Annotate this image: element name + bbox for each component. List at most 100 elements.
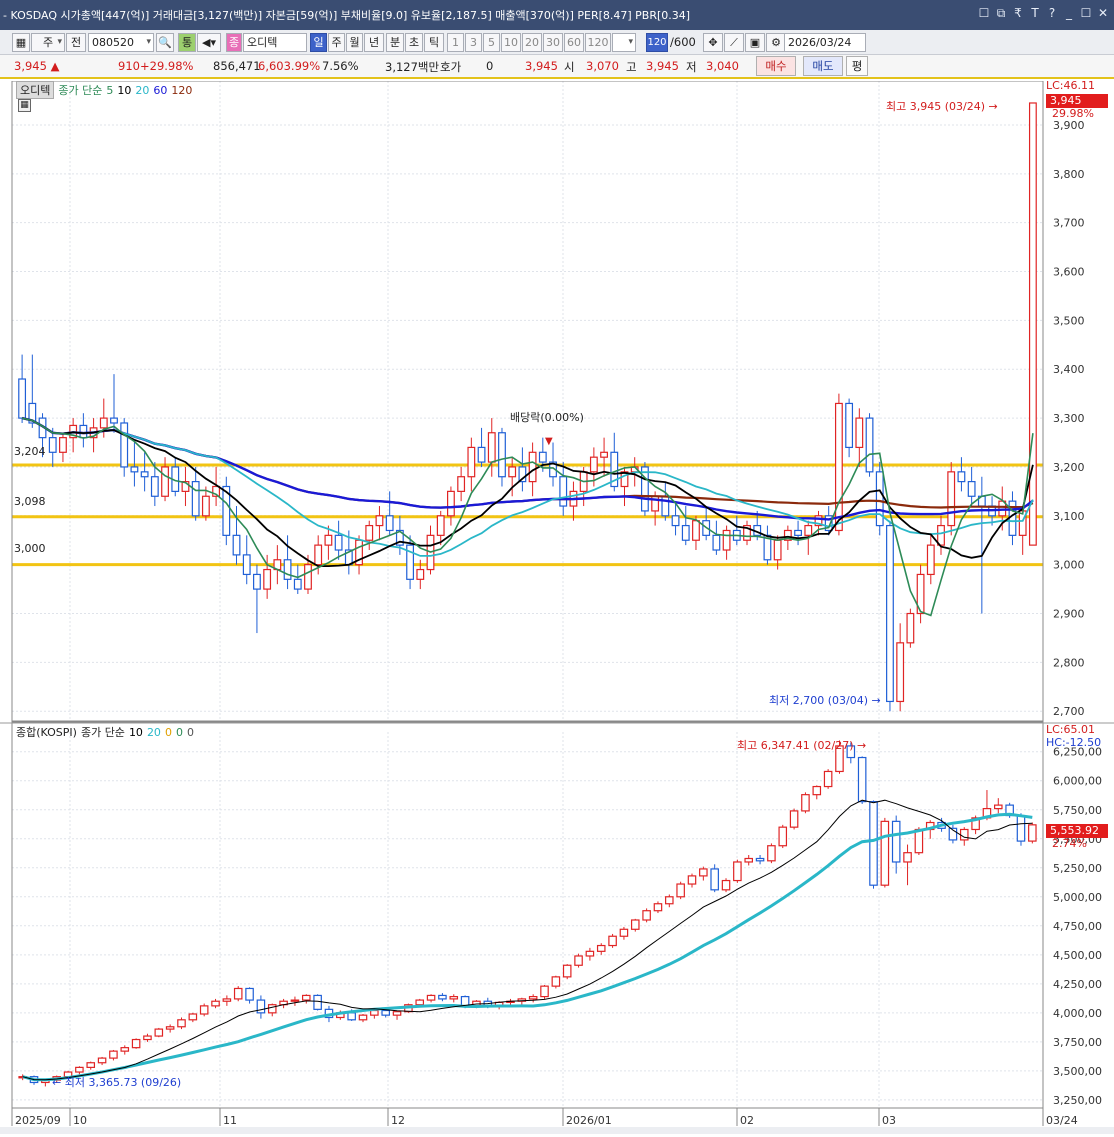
candle-body [671,515,680,527]
candle-body [232,534,241,556]
period-select[interactable]: 주 [31,33,65,52]
minimize-icon[interactable]: _ [1062,6,1076,21]
candle-body [676,883,685,898]
candle-body [263,568,272,590]
arrow-right-icon: → [988,100,998,113]
candle-body [665,896,674,905]
maximize-icon[interactable]: ☐ [1079,6,1093,21]
draw-line-icon[interactable]: ⟋ [724,33,744,52]
save-icon[interactable]: ▣ [745,33,765,52]
count-input[interactable]: 120 [646,33,668,52]
interval-20[interactable]: 20 [522,33,542,52]
x-axis-label: 10 [73,1114,87,1127]
interval-1[interactable]: 1 [447,33,464,52]
gear-icon[interactable]: ⚙ [766,33,786,52]
lower-ma-label: 종가 단순 [80,726,125,739]
upper-tick-label: 2,900 [1053,608,1085,621]
stock-type-badge: 종 [226,33,242,52]
upper-ma-120[interactable]: 120 [171,84,192,97]
candle-body [120,1047,130,1052]
candle-body [733,861,742,882]
upper-ma-5[interactable]: 5 [106,84,113,97]
chart-canvas[interactable]: 2,700 2,800 2,900 3,000 3,100 3,200 3,300 3,400… [0,80,1114,1134]
candle-body [314,544,323,566]
tab-second[interactable]: 초 [405,33,423,52]
current-price: 3,945 ▲ [14,59,60,73]
candle-body [508,466,517,478]
stock-name-field[interactable]: 오디텍 [243,33,307,52]
crosshair-icon[interactable]: ✥ [703,33,723,52]
candle-body [937,524,945,546]
candle-body [120,422,129,468]
price-change-pct: +29.98% [140,59,194,73]
interval-120[interactable]: 120 [585,33,611,52]
prev-button[interactable]: 전 [66,33,86,52]
upper-tick-label: 3,800 [1053,168,1085,181]
candle-body [256,999,266,1014]
stock-code-input[interactable]: 080520 [88,33,154,52]
candle-body [293,578,302,590]
chart-settings-icon[interactable]: ▦ [18,99,31,112]
tab-month[interactable]: 월 [346,33,363,52]
candle-body [245,987,254,1001]
tab-minute[interactable]: 분 [386,33,404,52]
buy-button[interactable]: 매수 [756,56,796,76]
interval-3[interactable]: 3 [465,33,482,52]
upper-tick-label: 3,400 [1053,363,1085,376]
candle-body [801,794,810,812]
tab-tick[interactable]: 틱 [424,33,444,52]
candle-body [86,1062,96,1068]
lower-tick-label: 6,000,00 [1053,775,1102,788]
upper-low-note: 최저 2,700 (03/04) → [769,694,881,707]
upper-ma-60[interactable]: 60 [153,84,167,97]
interval-10[interactable]: 10 [501,33,521,52]
candle-body [143,1035,152,1041]
price-repeat: 3,945 [525,59,558,73]
high-price: 3,945 [646,59,679,73]
chart-area[interactable]: 2,700 2,800 2,900 3,000 3,100 3,200 3,300 3,400… [0,79,1114,1134]
candle-body [347,1012,356,1021]
candle-body [283,559,292,580]
lower-ma-a[interactable]: 0 [165,726,172,739]
window-controls: ☐ ⧉ ₹ T ? _ ☐ ✕ [977,6,1110,21]
tab-day[interactable]: 일 [310,33,327,52]
tab-year[interactable]: 년 [364,33,384,52]
candle-body [365,524,374,541]
search-icon[interactable]: 🔍 [156,33,174,52]
interval-5[interactable]: 5 [483,33,500,52]
tong-button[interactable]: 통 [178,33,196,52]
lower-tick-label: 5,250,00 [1053,862,1102,875]
upper-ma-10[interactable]: 10 [117,84,131,97]
candle-body [559,476,568,507]
interval-60[interactable]: 60 [564,33,584,52]
font-icon[interactable]: T [1028,6,1042,21]
interval-30[interactable]: 30 [543,33,563,52]
candle-body [392,1011,402,1016]
eval-button[interactable]: 평 [846,56,868,76]
help-icon[interactable]: ? [1045,6,1059,21]
lower-ma-b[interactable]: 0 [176,726,183,739]
upper-ma-20[interactable]: 20 [135,84,149,97]
lower-pct-tag: 2.74% [1052,837,1087,850]
close-icon[interactable]: ✕ [1096,6,1110,21]
pin-icon[interactable]: ₹ [1011,6,1025,21]
candle-body [903,852,912,863]
lower-ma-c[interactable]: 0 [187,726,194,739]
sound-icon[interactable]: ◀︎▾ [197,33,221,52]
lower-ma-10[interactable]: 10 [129,726,143,739]
lower-tick-label: 5,000,00 [1053,891,1102,904]
candle-body [211,1000,220,1007]
layout-icon[interactable]: ☐ [977,6,991,21]
ma-10-line [21,417,1034,568]
upper-series-name[interactable]: 오디텍 [16,81,55,99]
sell-button[interactable]: 매도 [803,56,843,76]
grid-icon[interactable]: ▦ [12,33,30,52]
interval-select[interactable] [612,33,636,52]
tab-week[interactable]: 주 [328,33,345,52]
candle-body [415,999,425,1006]
lower-ma-20[interactable]: 20 [147,726,161,739]
lower-series-name[interactable]: 종합(KOSPI) [16,724,77,740]
candle-body [538,451,547,463]
date-input[interactable]: 2026/03/24 [784,33,866,52]
tile-icon[interactable]: ⧉ [994,6,1008,21]
